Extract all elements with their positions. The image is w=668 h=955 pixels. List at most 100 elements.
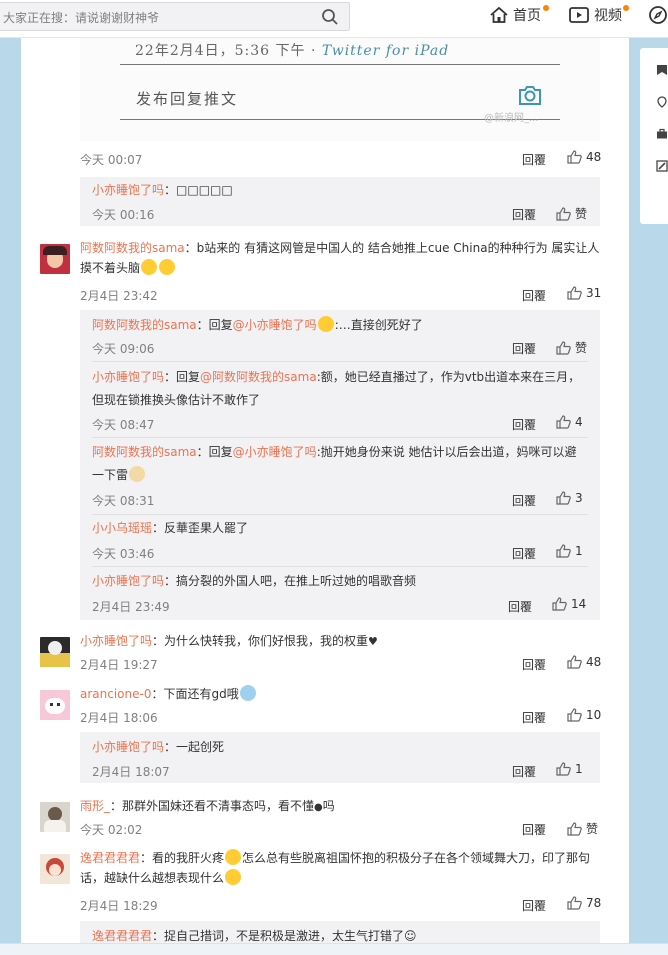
reply-sep: ：回复: [196, 445, 233, 459]
username-link[interactable]: 小亦睡饱了吗: [92, 370, 164, 384]
notification-dot: [543, 5, 549, 11]
notification-dot: [623, 5, 629, 11]
comment-text: ：看的我肝火疼: [140, 851, 225, 865]
comment-text: ：下面还有gd哦: [151, 687, 239, 701]
reply-item: 小亦睡饱了吗：回复@阿数阿数我的sama:额，她已经直播过了，作为vtb出道本来…: [92, 366, 588, 412]
reply-button[interactable]: 回覆: [512, 340, 536, 357]
username-link[interactable]: 阿数阿数我的sama: [92, 318, 197, 332]
like-count: 1: [575, 544, 583, 558]
comment-time: 2月4日 18:29: [80, 899, 158, 913]
username-link[interactable]: 小小乌瑶瑶: [92, 521, 152, 535]
like-button[interactable]: 78: [567, 896, 601, 910]
thumbs-up-icon: [556, 415, 571, 429]
like-count: 赞: [586, 822, 599, 836]
camera-icon: [519, 86, 541, 105]
comment-text: ：那群外国妹还看不清事态吗，看不懂: [110, 799, 315, 813]
smile-icon: ☺: [404, 929, 417, 943]
thumbs-up-icon: [567, 286, 582, 300]
briefcase-icon[interactable]: [656, 128, 668, 140]
reply-button[interactable]: 回覆: [512, 416, 536, 433]
username-link[interactable]: 小亦睡饱了吗: [80, 634, 152, 648]
like-button[interactable]: 赞: [556, 339, 587, 356]
avatar[interactable]: [40, 690, 70, 720]
like-button[interactable]: 3: [556, 491, 583, 505]
comment-item: 阿数阿数我的sama：b站来的 有猜这网管是中国人的 结合她推上cue Chin…: [80, 238, 600, 278]
bookmark-icon[interactable]: [656, 64, 668, 76]
like-button[interactable]: 10: [567, 708, 601, 722]
like-button[interactable]: 14: [552, 597, 586, 611]
reply-item: 阿数阿数我的sama：回复@小亦睡饱了吗:抛开她身份来说 她估计以后会出道，妈咪…: [92, 441, 588, 487]
reply-button[interactable]: 回覆: [522, 151, 546, 168]
nav-video[interactable]: 视频: [568, 4, 629, 26]
mention-link[interactable]: @小亦睡饱了吗: [233, 318, 317, 332]
comment-time: 2月4日 18:06: [80, 711, 158, 725]
username-link[interactable]: 小亦睡饱了吗: [92, 183, 164, 197]
reply-time: 2月4日 23:49: [92, 600, 170, 614]
username-link[interactable]: arancione-0: [80, 687, 151, 701]
tweet-source-text: Twitter for iPad: [321, 43, 450, 59]
reply-text: 反華歪果人罷了: [164, 521, 249, 535]
username-link[interactable]: 阿数阿数我的sama: [80, 241, 185, 255]
reply-prompt: 发布回复推文: [136, 90, 239, 108]
reply-button[interactable]: 回覆: [522, 821, 546, 838]
emoji-icon: [317, 316, 334, 332]
username-link[interactable]: 雨形_: [80, 799, 110, 813]
reply-button[interactable]: 回覆: [512, 545, 536, 562]
username-link[interactable]: 阿数阿数我的sama: [92, 445, 197, 459]
like-button[interactable]: 1: [556, 544, 583, 558]
mention-link[interactable]: @阿数阿数我的sama: [200, 370, 317, 384]
tweet-time-text: 22年2月4日，5:36 下午 ·: [135, 43, 322, 59]
reply-button[interactable]: 回覆: [522, 897, 546, 914]
like-button[interactable]: 31: [567, 286, 601, 300]
location-icon[interactable]: [656, 96, 668, 108]
reply-button[interactable]: 回覆: [522, 709, 546, 726]
edit-icon[interactable]: [656, 160, 668, 172]
reply-button[interactable]: 回覆: [512, 206, 536, 223]
avatar[interactable]: [40, 244, 70, 274]
emoji-icon: [141, 259, 158, 275]
heart-icon: ♥: [368, 635, 378, 648]
avatar[interactable]: [40, 802, 70, 832]
divider: [120, 64, 560, 65]
like-button[interactable]: 赞: [556, 205, 587, 222]
watermark: @新浪网_...: [484, 113, 539, 124]
comment-time: 今天 02:02: [80, 823, 143, 837]
reply-button[interactable]: 回覆: [512, 492, 536, 509]
comment-text: ：为什么快转我，你们好恨我，我的权重: [152, 634, 369, 648]
home-icon: [490, 6, 508, 23]
search-box[interactable]: 大家正在搜：请说谢谢财神爷: [0, 2, 350, 31]
thumbs-up-icon: [567, 150, 582, 164]
username-link[interactable]: 逸君君君君: [92, 929, 152, 943]
tweet-timestamp: 22年2月4日，5:36 下午 · Twitter for iPad: [135, 40, 449, 60]
avatar[interactable]: [40, 637, 70, 667]
search-icon[interactable]: [321, 8, 339, 26]
reply-button[interactable]: 回覆: [522, 287, 546, 304]
like-count: 48: [586, 655, 602, 669]
video-icon: [569, 7, 589, 23]
reply-thread: 小亦睡饱了吗：□□□□□ 今天 00:16 回覆 赞: [80, 177, 600, 226]
like-button[interactable]: 48: [567, 655, 601, 669]
like-button[interactable]: 4: [556, 415, 583, 429]
comment-text-end: 吗: [322, 799, 335, 813]
mention-link[interactable]: @小亦睡饱了吗: [233, 445, 317, 459]
like-button[interactable]: 1: [556, 762, 583, 776]
avatar[interactable]: [40, 854, 70, 884]
nav-home-label: 首页: [513, 8, 541, 24]
username-link[interactable]: 小亦睡饱了吗: [92, 574, 164, 588]
tweet-screenshot-image[interactable]: 22年2月4日，5:36 下午 · Twitter for iPad 发布回复推…: [80, 38, 600, 141]
nav-discover[interactable]: [648, 4, 668, 26]
reply-button[interactable]: 回覆: [512, 763, 536, 780]
nav-home[interactable]: 首页: [489, 4, 549, 26]
username-link[interactable]: 逸君君君君: [80, 851, 140, 865]
right-side-panel: [640, 48, 668, 224]
search-input[interactable]: 大家正在搜：请说谢谢财神爷: [3, 9, 159, 26]
like-button[interactable]: 48: [567, 150, 601, 164]
compass-icon: [649, 6, 667, 24]
reply-button[interactable]: 回覆: [508, 598, 532, 615]
comment-time: 2月4日 23:42: [80, 289, 158, 303]
like-button[interactable]: 赞: [567, 820, 598, 837]
thumbs-up-icon: [567, 708, 582, 722]
thumbs-up-icon: [567, 821, 582, 836]
username-link[interactable]: 小亦睡饱了吗: [92, 740, 164, 754]
reply-button[interactable]: 回覆: [522, 656, 546, 673]
